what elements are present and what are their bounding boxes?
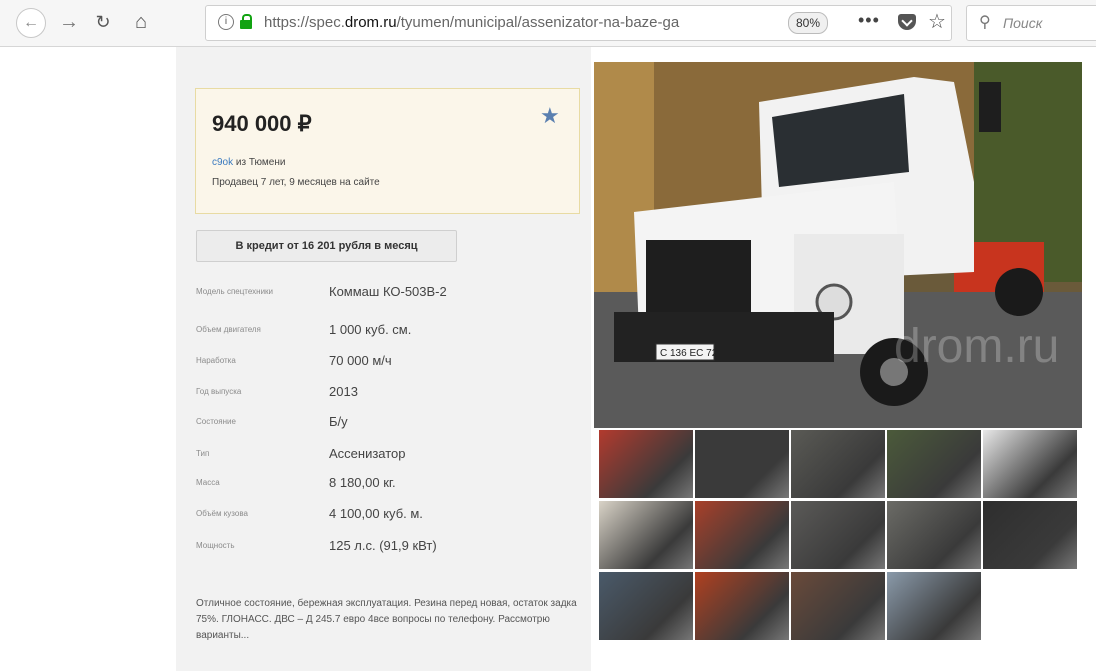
spec-row: Тип Ассенизатор	[196, 446, 576, 468]
photo-thumbnail[interactable]	[887, 430, 981, 498]
spec-value: Коммаш КО-503В-2	[329, 284, 447, 299]
spec-value: 8 180,00 кг.	[329, 475, 396, 490]
spec-row: Объём кузова 4 100,00 куб. м.	[196, 506, 576, 528]
spec-value: 125 л.с. (91,9 кВт)	[329, 538, 437, 553]
spec-value: 4 100,00 куб. м.	[329, 506, 423, 521]
photo-thumbnail[interactable]	[599, 572, 693, 640]
seller-line: c9ok из Тюмени	[212, 157, 285, 168]
seller-city: из Тюмени	[235, 157, 286, 168]
spec-value: 2013	[329, 384, 358, 399]
url-text[interactable]: https://spec.drom.ru/tyumen/municipal/as…	[264, 14, 744, 31]
main-photo[interactable]: С 136 ЕС 72 drom.ru	[594, 62, 1082, 428]
lock-icon	[240, 14, 252, 29]
reload-icon[interactable]: ↻	[92, 8, 114, 36]
seller-since: Продавец 7 лет, 9 месяцев на сайте	[212, 177, 380, 188]
spec-row: Объем двигателя 1 000 куб. см.	[196, 322, 576, 344]
photo-thumbnail[interactable]	[599, 501, 693, 569]
search-bar[interactable]: ⚲ Поиск	[966, 5, 1096, 41]
spec-row: Масса 8 180,00 кг.	[196, 475, 576, 497]
photo-thumbnail[interactable]	[695, 572, 789, 640]
photo-thumbnail[interactable]	[791, 501, 885, 569]
photo-thumbnail[interactable]	[983, 501, 1077, 569]
favorite-star-icon[interactable]: ★	[540, 103, 560, 129]
page-actions-icon[interactable]: •••	[858, 10, 880, 31]
spec-label: Тип	[196, 449, 210, 458]
price: 940 000 ₽	[212, 111, 312, 136]
spec-label: Мощность	[196, 541, 235, 550]
forward-arrow-icon[interactable]: →	[58, 8, 80, 36]
address-bar[interactable]: i https://spec.drom.ru/tyumen/municipal/…	[205, 5, 952, 41]
credit-button[interactable]: В кредит от 16 201 рубля в месяц	[196, 230, 457, 262]
spec-label: Модель спецтехники	[196, 287, 274, 296]
home-icon[interactable]: ⌂	[128, 8, 154, 36]
info-icon[interactable]: i	[218, 14, 234, 30]
photo-thumbnail[interactable]	[887, 572, 981, 640]
back-arrow-icon[interactable]: ←	[16, 8, 46, 38]
photo-thumbnail[interactable]	[695, 501, 789, 569]
spec-value: 70 000 м/ч	[329, 353, 392, 368]
browser-toolbar: ← → ↻ ⌂ i https://spec.drom.ru/tyumen/mu…	[0, 0, 1096, 47]
license-plate: С 136 ЕС 72	[660, 348, 718, 359]
spec-row: Год выпуска 2013	[196, 384, 576, 406]
spec-label: Объем двигателя	[196, 325, 261, 334]
search-icon: ⚲	[979, 14, 991, 31]
photo-thumbnail[interactable]	[791, 430, 885, 498]
spec-label: Состояние	[196, 417, 236, 426]
spec-value: Ассенизатор	[329, 446, 406, 461]
spec-label: Масса	[196, 478, 220, 487]
photo-thumbnail[interactable]	[887, 501, 981, 569]
spec-value: Б/у	[329, 414, 348, 429]
bookmark-star-icon[interactable]: ☆	[928, 9, 946, 34]
spec-label: Год выпуска	[196, 387, 242, 396]
zoom-level[interactable]: 80%	[788, 12, 828, 34]
search-placeholder: Поиск	[1003, 15, 1043, 31]
seller-link[interactable]: c9ok	[212, 157, 233, 168]
spec-label: Объём кузова	[196, 509, 248, 518]
spec-row: Наработка 70 000 м/ч	[196, 353, 576, 375]
photo-thumbnail[interactable]	[599, 430, 693, 498]
photo-thumbnail[interactable]	[983, 430, 1077, 498]
truck-photo: С 136 ЕС 72 drom.ru	[594, 62, 1082, 428]
spec-label: Наработка	[196, 356, 236, 365]
spec-value: 1 000 куб. см.	[329, 322, 412, 337]
photo-thumbnail[interactable]	[695, 430, 789, 498]
spec-row: Модель спецтехники Коммаш КО-503В-2	[196, 284, 576, 306]
listing-description: Отличное состояние, бережная эксплуатаци…	[196, 598, 577, 641]
photo-thumbnail[interactable]	[791, 572, 885, 640]
spec-row: Мощность 125 л.с. (91,9 кВт)	[196, 538, 576, 560]
pocket-icon[interactable]	[898, 14, 916, 30]
price-box: 940 000 ₽ ★ c9ok из Тюмени Продавец 7 ле…	[195, 88, 580, 214]
watermark: drom.ru	[894, 320, 1059, 373]
spec-row: Состояние Б/у	[196, 414, 576, 436]
